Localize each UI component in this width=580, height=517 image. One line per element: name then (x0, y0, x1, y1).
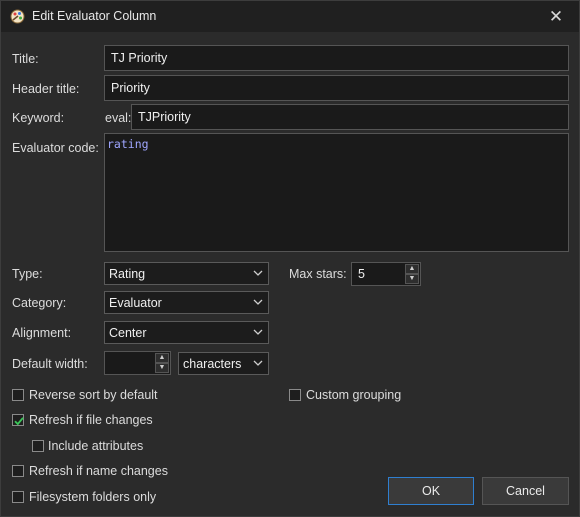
spin-up-icon[interactable]: ▲ (405, 264, 419, 274)
chevron-down-icon (253, 270, 263, 276)
evaluator-code-text: rating (107, 137, 149, 151)
refresh-file-checkbox[interactable] (12, 414, 24, 426)
header-title-input-value: Priority (111, 81, 150, 95)
type-label: Type: (12, 267, 43, 281)
folders-only-label: Filesystem folders only (29, 490, 157, 504)
title-bar: Edit Evaluator Column ✕ (1, 1, 579, 32)
spin-down-icon[interactable]: ▼ (405, 274, 419, 284)
type-select-value: Rating (109, 266, 146, 281)
chevron-down-icon (253, 299, 263, 305)
category-label: Category: (12, 296, 67, 310)
keyword-input-value: TJPriority (138, 110, 191, 124)
window-title: Edit Evaluator Column (32, 9, 157, 23)
spin-down-icon[interactable]: ▼ (155, 363, 169, 373)
category-select-value: Evaluator (109, 295, 162, 310)
cancel-button[interactable]: Cancel (482, 477, 569, 505)
reverse-sort-label: Reverse sort by default (29, 388, 158, 402)
include-attributes-checkbox[interactable] (32, 440, 44, 452)
evaluator-code-label: Evaluator code: (12, 141, 99, 155)
keyword-prefix: eval: (105, 111, 132, 125)
refresh-file-label: Refresh if file changes (29, 413, 153, 427)
evaluator-palette-icon (10, 9, 25, 24)
max-stars-label: Max stars: (289, 267, 347, 281)
max-stars-spinner[interactable]: 5 ▲ ▼ (351, 262, 421, 286)
include-attributes-label: Include attributes (48, 439, 144, 453)
category-select[interactable]: Evaluator (104, 291, 269, 314)
refresh-name-checkbox[interactable] (12, 465, 24, 477)
keyword-label: Keyword: (12, 111, 65, 125)
alignment-select-value: Center (109, 325, 147, 340)
custom-grouping-checkbox[interactable] (289, 389, 301, 401)
header-title-label: Header title: (12, 82, 80, 96)
evaluator-code-editor[interactable]: rating (104, 133, 569, 252)
dialog-window: Edit Evaluator Column ✕ Title: TJ Priori… (0, 0, 580, 517)
header-title-input[interactable]: Priority (104, 75, 569, 101)
chevron-down-icon (253, 329, 263, 335)
refresh-name-label: Refresh if name changes (29, 464, 168, 478)
type-select[interactable]: Rating (104, 262, 269, 285)
folders-only-checkbox[interactable] (12, 491, 24, 503)
width-unit-select[interactable]: characters (178, 352, 269, 375)
keyword-input[interactable]: TJPriority (131, 104, 569, 130)
chevron-down-icon (253, 360, 263, 366)
default-width-spinner[interactable]: ▲ ▼ (104, 351, 171, 375)
checkmark-icon (14, 417, 24, 426)
title-input[interactable]: TJ Priority (104, 45, 569, 71)
close-button[interactable]: ✕ (533, 1, 579, 32)
alignment-label: Alignment: (12, 326, 72, 340)
ok-button[interactable]: OK (388, 477, 474, 505)
spin-up-icon[interactable]: ▲ (155, 353, 169, 363)
custom-grouping-label: Custom grouping (306, 388, 402, 402)
max-stars-value: 5 (358, 267, 365, 281)
reverse-sort-checkbox[interactable] (12, 389, 24, 401)
title-input-value: TJ Priority (111, 51, 168, 65)
alignment-select[interactable]: Center (104, 321, 269, 344)
default-width-label: Default width: (12, 357, 88, 371)
close-icon: ✕ (548, 7, 564, 26)
title-label: Title: (12, 52, 39, 66)
width-unit-select-value: characters (183, 356, 242, 371)
